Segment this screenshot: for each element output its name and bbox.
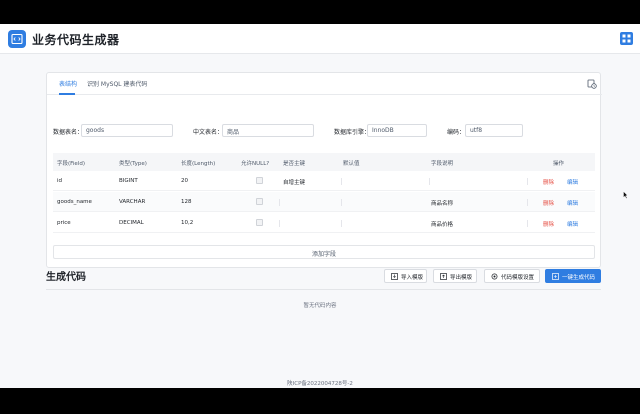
table-row: id BIGINT 20 自增主键 删除 编辑 bbox=[53, 171, 595, 191]
edit-row-button[interactable]: 编辑 bbox=[567, 220, 578, 228]
gear-icon bbox=[491, 273, 498, 280]
cell-type: DECIMAL bbox=[119, 220, 144, 226]
table-name-input[interactable]: goods bbox=[81, 124, 173, 137]
charset-label: 编码： bbox=[447, 129, 466, 136]
col-default: 默认值 bbox=[343, 161, 360, 167]
cell-field: price bbox=[57, 220, 71, 226]
code-logo-icon bbox=[8, 30, 26, 48]
table-row: price DECIMAL 10,2 商品价格 删除 编辑 bbox=[53, 213, 595, 233]
cell-separator bbox=[279, 199, 280, 206]
cell-separator bbox=[279, 220, 280, 227]
export-template-label: 导出模版 bbox=[450, 275, 473, 281]
section-divider bbox=[46, 289, 601, 290]
engine-label: 数据库引擎： bbox=[334, 129, 371, 136]
delete-row-button[interactable]: 删除 bbox=[543, 220, 554, 228]
cell-separator bbox=[341, 220, 342, 227]
grid-menu-icon[interactable] bbox=[620, 32, 633, 45]
fields-table-header: 字段(Field) 类型(Type) 长度(Length) 允许NULL? 是否… bbox=[53, 153, 595, 171]
top-bar: 业务代码生成器 bbox=[0, 24, 640, 54]
app-title: 业务代码生成器 bbox=[32, 33, 120, 47]
engine-input[interactable]: InnoDB bbox=[367, 124, 427, 137]
tab-bar: 表结构 识别 MySQL 建表代码 bbox=[47, 73, 602, 95]
generate-section-title: 生成代码 bbox=[46, 272, 86, 283]
import-icon bbox=[391, 273, 398, 280]
template-settings-button[interactable]: 代码模版设置 bbox=[484, 269, 540, 283]
template-settings-label: 代码模版设置 bbox=[501, 275, 535, 281]
cell-separator bbox=[527, 199, 528, 206]
cell-separator bbox=[341, 199, 342, 206]
generate-icon bbox=[552, 273, 559, 280]
history-icon[interactable] bbox=[587, 79, 597, 89]
cell-field: goods_name bbox=[57, 199, 92, 205]
table-name-label: 数据表名： bbox=[53, 129, 84, 136]
col-type: 类型(Type) bbox=[119, 161, 147, 167]
cell-separator bbox=[527, 220, 528, 227]
cell-comment: 商品价格 bbox=[431, 222, 454, 228]
cell-length: 10,2 bbox=[181, 220, 194, 226]
import-template-label: 导入模版 bbox=[401, 275, 424, 281]
cell-separator bbox=[341, 178, 342, 185]
charset-input[interactable]: utf8 bbox=[465, 124, 523, 137]
table-row: goods_name VARCHAR 128 商品名称 删除 编辑 bbox=[53, 192, 595, 212]
app-screen: 业务代码生成器 表结构 识别 MySQL 建表代码 数据表名： goods 中文… bbox=[0, 24, 640, 388]
cell-type: VARCHAR bbox=[119, 199, 146, 205]
edit-row-button[interactable]: 编辑 bbox=[567, 178, 578, 186]
col-length: 长度(Length) bbox=[181, 161, 216, 167]
nullable-checkbox[interactable] bbox=[256, 219, 263, 226]
cell-type: BIGINT bbox=[119, 178, 138, 184]
table-structure-card: 表结构 识别 MySQL 建表代码 数据表名： goods 中文表名： 商品 数… bbox=[46, 72, 602, 268]
cell-separator bbox=[527, 178, 528, 185]
cell-separator bbox=[429, 178, 430, 185]
delete-row-button[interactable]: 删除 bbox=[543, 199, 554, 207]
cell-length: 128 bbox=[181, 199, 192, 205]
tab-table-structure[interactable]: 表结构 bbox=[59, 79, 77, 88]
generate-code-button[interactable]: 一键生成代码 bbox=[545, 269, 601, 283]
cell-comment: 商品名称 bbox=[431, 201, 454, 207]
col-field: 字段(Field) bbox=[57, 161, 85, 167]
active-tab-indicator bbox=[59, 93, 75, 95]
icp-footer[interactable]: 陕ICP备2022004728号-2 bbox=[0, 379, 640, 387]
mouse-cursor-icon bbox=[623, 191, 628, 199]
import-template-button[interactable]: 导入模版 bbox=[384, 269, 427, 283]
delete-row-button[interactable]: 删除 bbox=[543, 178, 554, 186]
cn-name-input[interactable]: 商品 bbox=[222, 124, 314, 137]
cell-primary-key: 自增主键 bbox=[283, 180, 306, 186]
export-icon bbox=[440, 273, 447, 280]
col-comment: 字段说明 bbox=[431, 161, 454, 167]
nullable-checkbox[interactable] bbox=[256, 198, 263, 205]
cell-length: 20 bbox=[181, 178, 188, 184]
cn-name-label: 中文表名： bbox=[193, 129, 224, 136]
empty-code-placeholder: 暂无代码内容 bbox=[303, 303, 337, 309]
edit-row-button[interactable]: 编辑 bbox=[567, 199, 578, 207]
add-field-button[interactable]: 添加字段 bbox=[53, 245, 595, 259]
nullable-checkbox[interactable] bbox=[256, 177, 263, 184]
tab-mysql-parse[interactable]: 识别 MySQL 建表代码 bbox=[87, 79, 147, 88]
col-actions: 操作 bbox=[553, 161, 565, 167]
generate-code-label: 一键生成代码 bbox=[562, 275, 596, 281]
export-template-button[interactable]: 导出模版 bbox=[433, 269, 477, 283]
cell-field: id bbox=[57, 178, 63, 184]
col-primary-key: 是否主键 bbox=[283, 161, 306, 167]
col-nullable: 允许NULL? bbox=[241, 161, 270, 167]
